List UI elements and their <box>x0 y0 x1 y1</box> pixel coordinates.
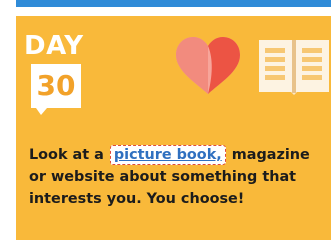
picture-book-link[interactable]: picture book, <box>109 145 226 165</box>
heart-icon <box>176 37 240 94</box>
day-number: 30 <box>36 69 76 102</box>
top-accent-bar <box>16 0 331 7</box>
challenge-prompt: Look at a picture book, magazine or webs… <box>29 144 329 210</box>
open-book-icon <box>259 40 329 95</box>
challenge-card-page: DAY 30 Look at a picture book, magazine … <box>0 0 331 240</box>
prompt-text-before-link: Look at a <box>29 147 104 163</box>
day-label: DAY <box>24 31 84 61</box>
